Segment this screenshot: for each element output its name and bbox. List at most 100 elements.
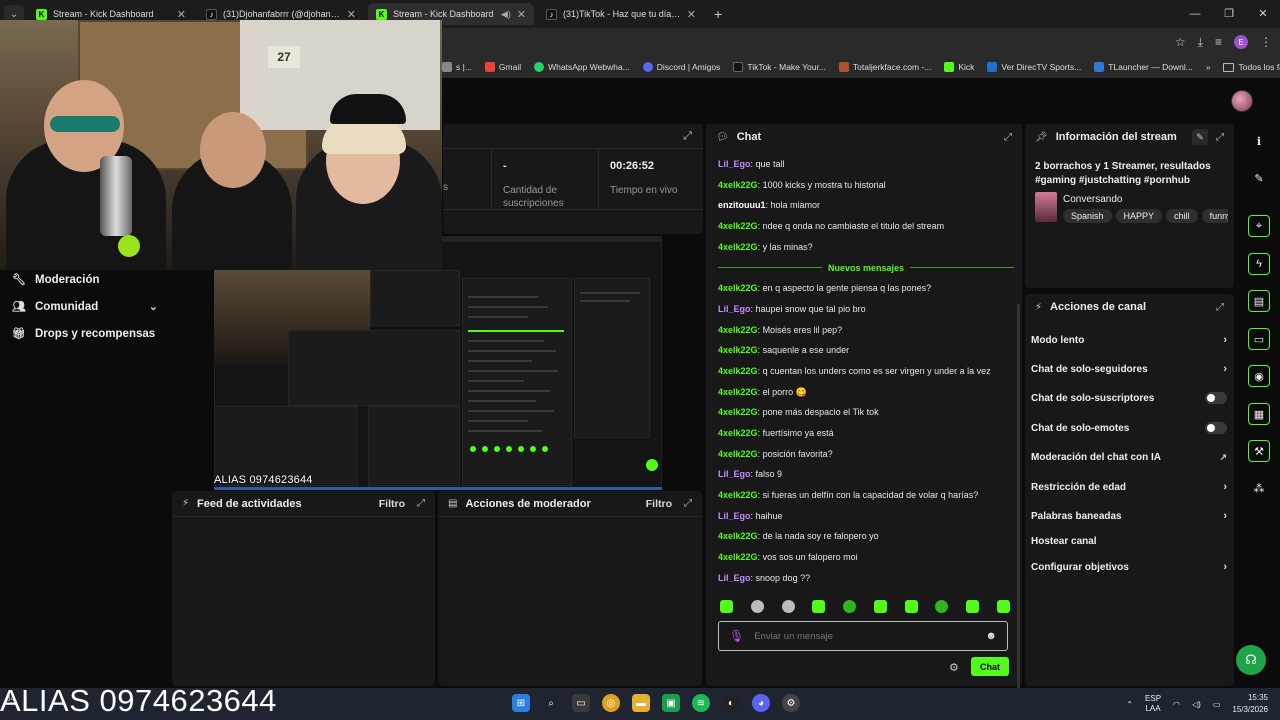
skull-emote-icon[interactable]	[781, 600, 795, 613]
sidebar-item-moderacion[interactable]: 🔧︎ Moderación	[0, 266, 172, 293]
close-icon[interactable]: ✕	[177, 8, 186, 21]
action-ai-moderation[interactable]: Moderación del chat con IA ↗	[1031, 447, 1227, 467]
star-icon[interactable]: ☆	[1175, 35, 1186, 49]
action-subs-only[interactable]: Chat de solo-suscriptores	[1031, 388, 1227, 408]
chat-scrollbar[interactable]	[1017, 304, 1020, 714]
filter-button[interactable]: Filtro	[379, 498, 405, 510]
chat-username[interactable]: Lil_Ego	[718, 573, 751, 583]
crosshair-icon[interactable]: ⌖	[1248, 215, 1270, 237]
chat-username[interactable]: Lil_Ego	[718, 159, 751, 169]
action-banned-words[interactable]: Palabras baneadas ›	[1031, 506, 1227, 526]
bookmarks-more-button[interactable]: »	[1206, 62, 1211, 72]
speaker-icon[interactable]: ◀)	[501, 9, 511, 20]
stream-preview[interactable]: ALIAS 0974623644	[172, 236, 702, 490]
window-close-button[interactable]: ✕	[1246, 0, 1280, 28]
green-emote-icon[interactable]	[720, 600, 733, 613]
pencil-icon[interactable]: ✎	[1248, 167, 1270, 189]
action-slow-mode[interactable]: Modo lento ›	[1031, 330, 1227, 350]
obs-icon[interactable]: ◐	[722, 694, 740, 712]
action-emotes-only[interactable]: Chat de solo-emotes	[1031, 418, 1227, 438]
chat-username[interactable]: 4xelk22G	[718, 531, 758, 541]
chat-username[interactable]: 4xelk22G	[718, 242, 758, 252]
windows-start-icon[interactable]: ⊞	[512, 694, 530, 712]
all-bookmarks-button[interactable]: Todos los favoritos	[1222, 62, 1280, 72]
close-icon[interactable]: ✕	[687, 8, 696, 21]
clipboard-icon[interactable]: ▤	[1248, 290, 1270, 312]
action-configure-goals[interactable]: Configurar objetivos ›	[1031, 557, 1227, 577]
sidebar-item-drops[interactable]: 🎁︎ Drops y recompensas	[0, 320, 172, 347]
expand-icon[interactable]: ⤢	[684, 498, 692, 509]
subs-only-toggle[interactable]	[1205, 392, 1227, 404]
bookmark-item[interactable]: Gmail	[484, 62, 521, 72]
chat-username[interactable]: Lil_Ego	[718, 469, 751, 479]
frog-emote-icon[interactable]	[812, 600, 826, 613]
system-clock[interactable]: 15:35 15/3/2026	[1232, 692, 1268, 716]
mic-icon[interactable]: 🎙︎	[729, 629, 744, 643]
hand-emote-icon[interactable]	[966, 600, 980, 613]
rose-emote-icon[interactable]	[996, 600, 1010, 613]
gray-emote-icon[interactable]	[750, 600, 764, 613]
tag-chip[interactable]: chill	[1166, 209, 1198, 223]
help-headset-button[interactable]: ☊	[1236, 645, 1266, 675]
expand-icon[interactable]: ⤢	[1004, 132, 1012, 143]
bookmark-item[interactable]: WhatsApp Webwha...	[534, 62, 630, 72]
chat-message-input[interactable]	[754, 630, 986, 642]
lightning-icon[interactable]: ϟ	[1248, 253, 1270, 275]
info-icon[interactable]: ℹ	[1248, 130, 1270, 152]
close-icon[interactable]: ✕	[347, 8, 356, 21]
tag-chip[interactable]: HAPPY	[1115, 209, 1163, 223]
chat-username[interactable]: 4xelk22G	[718, 449, 758, 459]
chat-username[interactable]: 4xelk22G	[718, 407, 758, 417]
bookmark-item[interactable]: Kick	[944, 62, 974, 72]
chat-username[interactable]: 4xelk22G	[718, 325, 758, 335]
chat-input-box[interactable]: 🎙︎ ☻	[718, 621, 1008, 651]
volume-icon[interactable]: ◁)	[1192, 700, 1201, 709]
tag-chip[interactable]: Spanish	[1063, 209, 1112, 223]
tag-chip[interactable]: funny	[1201, 209, 1228, 223]
wifi-icon[interactable]: ◠	[1173, 700, 1180, 709]
profile-avatar[interactable]: E	[1234, 35, 1248, 49]
action-followers-only[interactable]: Chat de solo-seguidores ›	[1031, 359, 1227, 379]
chat-username[interactable]: Lil_Ego	[718, 511, 751, 521]
bookmark-item[interactable]: s |...	[442, 62, 472, 72]
grin-emote-icon[interactable]	[904, 600, 918, 613]
chat-username[interactable]: 4xelk22G	[718, 221, 758, 231]
bookmark-item[interactable]: Ver DirecTV Sports...	[987, 62, 1081, 72]
sidebar-item-comunidad[interactable]: 👥︎ Comunidad ⌄	[0, 293, 172, 320]
bookmark-item[interactable]: TikTok - Make Your...	[733, 62, 826, 72]
bookmark-item[interactable]: Totaljerkface.com -...	[838, 62, 931, 72]
restore-button[interactable]: ❐	[1212, 0, 1246, 28]
media-control-icon[interactable]: ≡	[1215, 35, 1222, 49]
folder-icon[interactable]: ▬	[632, 694, 650, 712]
chat-username[interactable]: Lil_Ego	[718, 304, 751, 314]
send-chat-button[interactable]: Chat	[971, 657, 1009, 676]
chrome-icon[interactable]: ◎	[602, 694, 620, 712]
task-view-icon[interactable]: ▭	[572, 694, 590, 712]
expand-icon[interactable]: ⤢	[417, 498, 425, 509]
cat-emote-icon[interactable]	[935, 600, 949, 613]
language-indicator[interactable]: ESP LAA	[1145, 694, 1161, 714]
close-icon[interactable]: ✕	[517, 8, 526, 21]
new-tab-button[interactable]: +	[714, 6, 722, 22]
action-age-restriction[interactable]: Restricción de edad ›	[1031, 477, 1227, 497]
broadcast-icon[interactable]: ◉	[1248, 365, 1270, 387]
settings-icon[interactable]: ⚙	[782, 694, 800, 712]
chat-username[interactable]: 4xelk22G	[718, 366, 758, 376]
chat-username[interactable]: 4xelk22G	[718, 428, 758, 438]
gear-icon[interactable]: ⚙	[949, 661, 959, 674]
browser-tab[interactable]: ♪ (31)TikTok - Haz que tu día sea ✕	[538, 3, 704, 25]
discord-icon[interactable]: ◕	[752, 694, 770, 712]
share-nodes-icon[interactable]: ⁂	[1248, 477, 1270, 499]
layers-icon[interactable]: ▦	[1248, 403, 1270, 425]
chevron-up-icon[interactable]: ⌃	[1126, 700, 1133, 709]
expand-icon[interactable]: ⤢	[1216, 302, 1224, 313]
chat-username[interactable]: 4xelk22G	[718, 180, 758, 190]
emotes-only-toggle[interactable]	[1205, 422, 1227, 434]
bookmark-item[interactable]: Discord | Amigos	[642, 62, 720, 72]
download-icon[interactable]: ⤓	[1198, 35, 1203, 50]
search-icon[interactable]: ⌕	[542, 694, 560, 712]
microsoft-store-icon[interactable]: ▣	[662, 694, 680, 712]
spotify-icon[interactable]: ≋	[692, 694, 710, 712]
smile-emote-icon[interactable]	[873, 600, 887, 613]
emoji-picker-icon[interactable]: ☻	[985, 630, 997, 642]
